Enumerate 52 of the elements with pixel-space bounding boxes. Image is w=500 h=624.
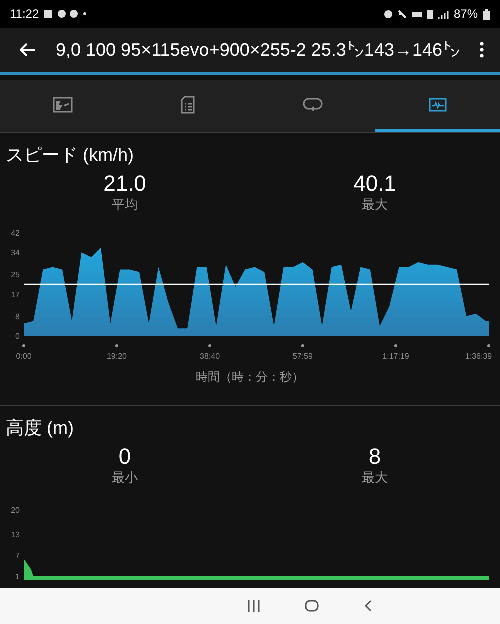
notification-icons: [44, 9, 88, 19]
axis-tick-label: 7: [16, 552, 20, 560]
activity-title: 9,0 100 95×115evo+900×255-2 25.3㌧143→146㌧: [56, 40, 462, 60]
axis-tick-label: 17: [11, 290, 20, 300]
battery-percent: 87%: [454, 7, 478, 21]
axis-tick-label: 1:17:19: [382, 352, 410, 361]
section-title: スピード (km/h): [5, 144, 135, 167]
stat-value: 8: [368, 444, 382, 470]
network-icon: [426, 10, 433, 18]
axis-tick-label: 13: [11, 530, 20, 540]
axis-tick-label: 0: [16, 332, 20, 341]
stat-value: 0: [118, 444, 132, 470]
tick-dot: [394, 344, 398, 348]
tick-dot: [116, 344, 118, 348]
axis-tick-label: 57:59: [292, 352, 313, 361]
tick-dot: [301, 344, 304, 348]
nfc-icon: [412, 12, 422, 16]
axis-tick-label: 1: [16, 572, 20, 580]
back-arrow-icon[interactable]: [20, 43, 36, 57]
stat-label: 最大: [362, 470, 388, 486]
axis-tick-label: 34: [11, 248, 20, 258]
stat-label: 平均: [112, 197, 138, 213]
axis-tick-label: 38:40: [200, 352, 220, 361]
stat-label: 最小: [112, 470, 138, 486]
back-icon[interactable]: [363, 600, 373, 612]
axis-tick-label: 19:20: [106, 352, 128, 361]
mute-icon: [398, 10, 407, 18]
loop-icon: [302, 96, 322, 112]
axis-tick-label: 42: [11, 229, 20, 238]
axis-tick-label: 0:00: [16, 352, 32, 361]
battery-icon: [483, 8, 490, 20]
tick-dot: [488, 344, 490, 348]
status-time: 11:22: [10, 7, 40, 21]
tick-dot: [208, 344, 212, 348]
section-title: 高度 (m): [5, 417, 75, 440]
recent-apps-icon[interactable]: [247, 600, 261, 612]
axis-tick-label: 20: [11, 506, 20, 515]
axis-tick-label: 25: [11, 270, 20, 280]
stat-label: 最大: [362, 197, 388, 213]
signal-icon: [438, 10, 449, 18]
more-options-icon[interactable]: [480, 42, 484, 58]
axis-tick-label: 1:36:39: [465, 352, 492, 361]
axis-tick-label: 8: [16, 312, 20, 322]
document-icon: [180, 96, 194, 114]
axis-title: 時間（時：分：秒）: [196, 369, 304, 386]
stat-value: 21.0: [104, 171, 146, 197]
tick-dot: [22, 344, 26, 348]
dashboard-icon: [52, 96, 72, 112]
stat-value: 40.1: [354, 171, 396, 197]
chart-icon: [428, 98, 446, 112]
alarm-icon: [384, 10, 393, 18]
home-icon[interactable]: [305, 600, 319, 612]
